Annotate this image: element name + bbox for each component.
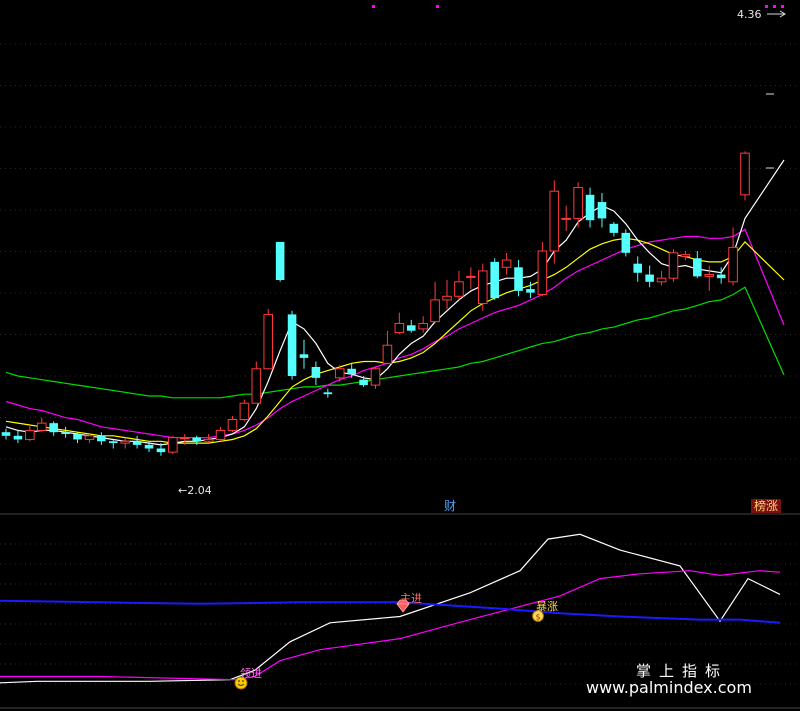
candle-body-up — [382, 344, 393, 364]
chart-canvas: $ 4.36 ←2.04 财 榜涨 领进 主进 暴涨 掌上指标 www.palm… — [0, 0, 800, 711]
candle-body-up — [36, 422, 47, 431]
moving-average-layer — [5, 159, 785, 446]
candle-body-down — [347, 368, 356, 375]
candle-body-down — [716, 274, 726, 279]
candle-body-up — [25, 429, 35, 440]
candle-body-down — [13, 435, 23, 440]
candle-body-up — [203, 438, 214, 442]
cai-badge: 财 — [444, 499, 457, 513]
top-marker-dot — [773, 5, 776, 8]
candle-body-down — [299, 354, 309, 358]
ma-white-line — [5, 159, 785, 446]
candle-body-down — [633, 263, 643, 273]
top-marker-dot — [436, 5, 439, 8]
candle-body-up — [537, 250, 548, 295]
candle-body-down — [645, 274, 654, 282]
candle-body-down — [597, 202, 607, 219]
candle-body-down — [359, 379, 368, 386]
candle-body-down — [609, 223, 619, 233]
top-marker-dot — [765, 5, 768, 8]
candle-body-up — [573, 187, 583, 219]
candle-body-down — [156, 448, 166, 453]
price-high-label: 4.36 — [737, 8, 762, 21]
candle-body-up — [168, 437, 178, 453]
candle-body-up — [84, 435, 95, 440]
candle-body-up — [466, 275, 476, 278]
candle-body-down — [311, 366, 321, 378]
price-low-label: ←2.04 — [178, 484, 212, 497]
ma-yellow-line — [5, 237, 785, 444]
candle-body-up — [227, 419, 238, 431]
candle-body-up — [215, 429, 226, 440]
candle-body-up — [251, 368, 262, 404]
candle-body-up — [656, 277, 667, 283]
candle-body-up — [179, 437, 190, 440]
top-marker-dot — [372, 5, 375, 8]
candle-body-down — [406, 325, 416, 331]
candle-body-down — [323, 392, 333, 395]
ma-magenta-line — [5, 228, 785, 439]
candle-body-down — [73, 434, 82, 440]
candle-body-down — [192, 437, 202, 442]
candle-body-down — [132, 441, 142, 445]
candle-body-down — [108, 441, 118, 444]
candle-body-down — [97, 435, 106, 442]
candlestick-layer — [1, 10, 786, 456]
candle-body-up — [477, 270, 488, 305]
candle-body-down — [693, 258, 702, 277]
candle-body-up — [334, 368, 345, 379]
candle-body-up — [263, 313, 274, 370]
candle-body-up — [728, 246, 738, 283]
bang-badge: 榜涨 — [751, 499, 782, 513]
candle-body-down — [287, 314, 297, 377]
candle-body-up — [549, 190, 560, 252]
candle-body-down — [275, 241, 285, 280]
signal-label-zhujin: 主进 — [400, 592, 422, 605]
candle-body-up — [668, 252, 679, 279]
smiley-eye — [238, 680, 240, 682]
signal-marker-layer: $ — [234, 599, 544, 690]
candle-body-down — [61, 432, 70, 435]
candle-body-down — [490, 261, 499, 299]
top-marker-dot — [781, 5, 784, 8]
candle-body-up — [561, 217, 572, 220]
candle-body-up — [501, 259, 512, 268]
candle-body-up — [239, 402, 250, 421]
watermark-url: www.palmindex.com — [586, 678, 752, 697]
candle-body-up — [680, 254, 691, 257]
candle-body-down — [49, 423, 58, 433]
candle-body-up — [418, 322, 428, 330]
candle-body-down — [144, 444, 154, 449]
candle-body-up — [454, 281, 464, 297]
candle-body-up — [442, 295, 452, 301]
candle-body-up — [370, 368, 381, 386]
candle-body-down — [514, 267, 523, 291]
smiley-eye — [242, 680, 244, 682]
candle-body-up — [740, 152, 750, 196]
candle-body-down — [1, 432, 11, 436]
candle-body-down — [526, 289, 535, 293]
candle-body-up — [704, 274, 715, 277]
candle-body-up — [120, 440, 130, 444]
signal-label-lingjin: 领进 — [240, 667, 262, 680]
ma-green-line — [5, 286, 785, 399]
signal-label-jizhang: 暴涨 — [536, 600, 558, 613]
candle-body-up — [430, 299, 440, 323]
money-bag-symbol: $ — [536, 613, 541, 622]
candle-body-up — [394, 322, 405, 334]
candle-body-down — [585, 194, 595, 221]
candle-body-down — [621, 232, 631, 253]
